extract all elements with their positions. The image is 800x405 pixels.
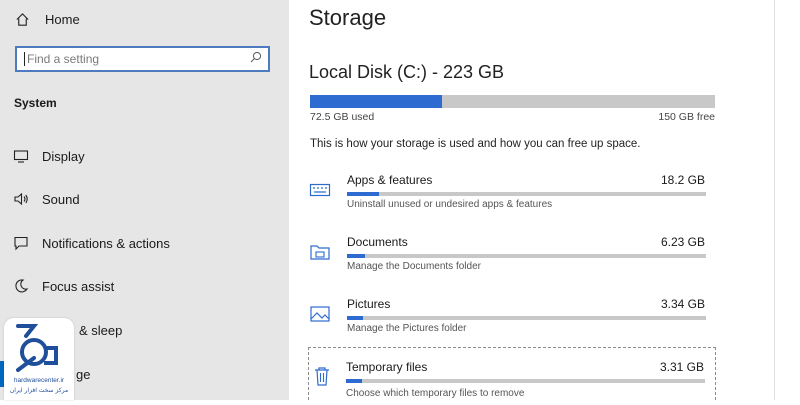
sidebar-item-storage[interactable]: ge	[76, 363, 90, 385]
home-icon	[14, 11, 31, 28]
sidebar-item-label: Display	[42, 148, 85, 164]
scroll-edge	[774, 0, 775, 400]
speaker-icon	[12, 191, 29, 208]
category-bar	[346, 379, 705, 383]
category-bar	[347, 254, 706, 258]
sidebar-item-sound[interactable]: Sound	[12, 188, 80, 210]
sidebar-item-focus-assist[interactable]: Focus assist	[12, 275, 114, 297]
storage-description: This is how your storage is used and how…	[310, 138, 641, 150]
sidebar-item-display[interactable]: Display	[12, 145, 85, 167]
sidebar-item-label: Focus assist	[42, 278, 115, 294]
category-pictures[interactable]: Pictures 3.34 GB Manage the Pictures fol…	[309, 297, 715, 347]
category-bar	[347, 192, 706, 196]
category-bar-fill	[347, 254, 365, 258]
page-title: Storage	[309, 5, 387, 30]
logo-mark: hardwarecenter.ir مرکز سخت افزار ایران	[10, 324, 68, 394]
category-description: Manage the Documents folder	[347, 261, 481, 272]
category-name: Apps & features	[347, 173, 433, 187]
category-apps-features[interactable]: Apps & features 18.2 GB Uninstall unused…	[309, 173, 715, 223]
category-documents[interactable]: Documents 6.23 GB Manage the Documents f…	[309, 235, 715, 285]
sidebar: Home System Display Sound Notifications …	[0, 0, 289, 400]
disk-title[interactable]: Local Disk (C:) - 223 GB	[309, 62, 504, 83]
category-bar-fill	[346, 379, 363, 383]
disk-free-label: 150 GB free	[658, 111, 715, 123]
sidebar-item-label: Sound	[42, 191, 80, 207]
category-description: Uninstall unused or undesired apps & fea…	[347, 199, 553, 210]
sidebar-item-label: Notifications & actions	[42, 235, 170, 251]
search-box[interactable]	[15, 46, 270, 72]
category-name: Documents	[347, 235, 408, 249]
disk-usage-bar	[310, 95, 715, 108]
category-name: Temporary files	[346, 360, 428, 374]
disk-usage-fill	[310, 95, 442, 108]
search-input[interactable]	[25, 51, 239, 67]
home-label: Home	[45, 11, 80, 27]
moon-icon	[12, 278, 29, 295]
sidebar-item-label: ge	[76, 366, 91, 382]
sidebar-item-power-sleep[interactable]: & sleep	[79, 319, 122, 341]
disk-used-label: 72.5 GB used	[310, 111, 375, 123]
svg-text:مرکز سخت افزار ایران: مرکز سخت افزار ایران	[10, 387, 68, 394]
category-size: 18.2 GB	[660, 173, 705, 187]
category-bar	[347, 316, 706, 320]
main-panel: Storage Local Disk (C:) - 223 GB 72.5 GB…	[289, 0, 800, 400]
watermark-logo: hardwarecenter.ir مرکز سخت افزار ایران	[4, 318, 74, 400]
svg-text:hardwarecenter.ir: hardwarecenter.ir	[14, 377, 65, 384]
nav-home[interactable]: Home	[14, 8, 80, 30]
monitor-icon	[12, 148, 29, 165]
category-size: 3.31 GB	[659, 360, 704, 374]
picture-icon	[309, 303, 333, 327]
notification-icon	[12, 235, 29, 252]
category-bar-fill	[347, 316, 364, 320]
trash-icon	[312, 365, 336, 389]
category-bar-fill	[347, 192, 380, 196]
text-caret	[24, 52, 25, 66]
category-description: Choose which temporary files to remove	[346, 388, 525, 399]
folder-icon	[309, 241, 333, 265]
search-icon[interactable]	[250, 50, 262, 68]
category-description: Manage the Pictures folder	[347, 323, 467, 334]
sidebar-item-notifications[interactable]: Notifications & actions	[12, 232, 170, 254]
sidebar-item-label: & sleep	[79, 322, 123, 338]
category-name: Pictures	[347, 297, 391, 311]
category-size: 3.34 GB	[660, 297, 705, 311]
section-title: System	[14, 96, 57, 110]
category-temporary-files[interactable]: Temporary files 3.31 GB Choose which tem…	[308, 347, 716, 400]
keyboard-icon	[309, 179, 333, 203]
category-size: 6.23 GB	[660, 235, 705, 249]
